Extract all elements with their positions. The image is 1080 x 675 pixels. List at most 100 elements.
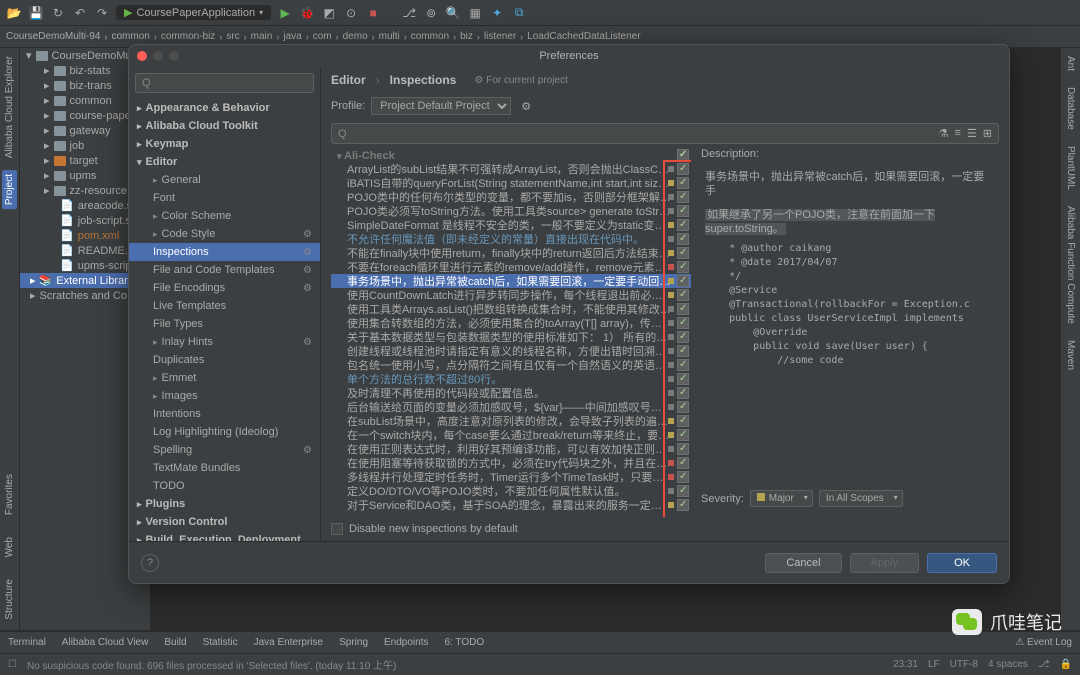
help-icon[interactable]: ? [141,554,159,572]
gear-icon[interactable]: ⚙ [521,100,531,113]
inspection-item[interactable]: 对于Service和DAO类，基于SOA的理念，暴露出来的服务一定是接口，内 [331,498,691,512]
inspection-item[interactable]: 关于基本数据类型与包装数据类型的使用标准如下： 1） 所有的POJO类 [331,330,691,344]
breadcrumb-item[interactable]: demo [343,31,368,42]
breadcrumb-item[interactable]: main [251,31,273,42]
indent[interactable]: 4 spaces [988,659,1028,670]
checkbox[interactable] [677,205,689,217]
inspection-item[interactable]: 单个方法的总行数不超过80行。 [331,372,691,386]
category-item[interactable]: Live Templates [129,297,320,315]
tool-tab[interactable]: Database [1063,83,1078,134]
checkbox[interactable] [677,499,689,511]
category-item[interactable]: Keymap [129,135,320,153]
inspection-item[interactable]: iBATIS自带的queryForList(String statementNa… [331,176,691,190]
breadcrumb-item[interactable]: biz [460,31,473,42]
scope-dropdown[interactable]: In All Scopes [819,490,903,507]
checkbox[interactable] [677,219,689,231]
inspection-item[interactable]: 创建线程或线程池时请指定有意义的线程名称，方便出错时回溯。创建线 [331,344,691,358]
filter-icon[interactable]: ⚗ [939,127,949,140]
inspection-item[interactable]: 定义DO/DTO/VO等POJO类时，不要加任何属性默认值。 [331,484,691,498]
git-icon[interactable]: ⎇ [1038,659,1050,670]
ai-icon[interactable]: ✦ [489,5,505,21]
category-item[interactable]: Inspections⚙ [129,243,320,261]
inspection-item[interactable]: 多线程并行处理定时任务时，Timer运行多个TimeTask时，只要其中之一抛 [331,470,691,484]
bottom-tab[interactable]: Endpoints [384,637,428,648]
checkbox[interactable] [677,345,689,357]
checkbox[interactable] [677,191,689,203]
breadcrumb-item[interactable]: multi [379,31,400,42]
category-item[interactable]: Version Control [129,513,320,531]
stop-icon[interactable]: ■ [365,5,381,21]
apply-button[interactable]: Apply [850,553,920,573]
checkbox[interactable] [677,331,689,343]
breadcrumb-item[interactable]: LoadCachedDataListener [527,31,640,42]
inspection-item[interactable]: 在使用阻塞等待获取锁的方式中，必须在try代码块之外，并且在加锁方法 [331,456,691,470]
run-icon[interactable]: ▶ [277,5,293,21]
search-icon[interactable]: 🔍 [445,5,461,21]
checkbox[interactable] [677,485,689,497]
checkbox[interactable] [677,401,689,413]
category-item[interactable]: Alibaba Cloud Toolkit [129,117,320,135]
category-item[interactable]: File and Code Templates⚙ [129,261,320,279]
inspections-search[interactable]: Q ⚗ ≡ ☰ ⊞ [331,123,999,144]
inspection-item[interactable]: SimpleDateFormat 是线程不安全的类，一般不要定义为static变… [331,218,691,232]
vcs-icon[interactable]: ⎇ [401,5,417,21]
checkbox[interactable] [677,303,689,315]
settings-search[interactable]: Q [135,73,314,93]
inspection-item[interactable]: 及时清理不再使用的代码段或配置信息。 [331,386,691,400]
refresh-icon[interactable]: ↻ [50,5,66,21]
bottom-tab[interactable]: Build [164,637,186,648]
tool-tab[interactable]: Alibaba Function Compute [1063,202,1078,328]
ok-button[interactable]: OK [927,553,997,573]
maximize-icon[interactable] [169,51,179,61]
inspection-item[interactable]: 在使用正则表达式时，利用好其预编译功能，可以有效加快正则匹配速度。 [331,442,691,456]
checkbox[interactable] [677,247,689,259]
open-icon[interactable]: 📂 [6,5,22,21]
checkbox[interactable] [677,233,689,245]
breadcrumb-item[interactable]: listener [484,31,516,42]
category-item[interactable]: TODO [129,477,320,495]
inspection-group[interactable]: Ali-Check [331,148,691,162]
checkbox[interactable] [677,471,689,483]
breadcrumb-item[interactable]: common [411,31,449,42]
tool-tab-favorites[interactable]: Favorites [2,470,17,519]
tool-tab-alibaba[interactable]: Alibaba Cloud Explorer [2,52,17,162]
category-item[interactable]: Font [129,189,320,207]
severity-dropdown[interactable]: Major [750,490,813,507]
category-item[interactable]: Log Highlighting (Ideolog) [129,423,320,441]
close-icon[interactable] [137,51,147,61]
inspection-item[interactable]: 在subList场景中，高度注意对原列表的修改，会导致子列表的遍历、增加 [331,414,691,428]
checkbox[interactable] [677,387,689,399]
collapse-icon[interactable]: ☰ [967,127,977,140]
bottom-tab[interactable]: 6: TODO [444,637,484,648]
more-icon[interactable]: ⊞ [983,127,992,140]
target-icon[interactable]: ⊚ [423,5,439,21]
layout-icon[interactable]: ▦ [467,5,483,21]
checkbox[interactable] [677,275,689,287]
checkbox[interactable] [677,429,689,441]
inspection-item[interactable]: 使用集合转数组的方法，必须使用集合的toArray(T[] array)，传入的… [331,316,691,330]
category-item[interactable]: ▸Inlay Hints⚙ [129,333,320,351]
inspection-item[interactable]: 不能在finally块中使用return，finally块中的return返回后… [331,246,691,260]
checkbox[interactable] [677,261,689,273]
bottom-tab[interactable]: Alibaba Cloud View [62,637,149,648]
category-item[interactable]: File Encodings⚙ [129,279,320,297]
checkbox[interactable] [677,373,689,385]
inspection-item[interactable]: 使用工具类Arrays.asList()把数组转换成集合时，不能使用其修改集合相… [331,302,691,316]
checkbox[interactable] [677,149,689,161]
category-item[interactable]: Intentions [129,405,320,423]
checkbox[interactable] [677,317,689,329]
breadcrumb-item[interactable]: CourseDemoMulti-94 [6,31,100,42]
bottom-tab[interactable]: Terminal [8,637,46,648]
category-item[interactable]: Editor [129,153,320,171]
inspection-item[interactable]: 后台输送给页面的变量必须加感叹号，${var}——中间加感叹号！。 [331,400,691,414]
checkbox[interactable] [677,443,689,455]
inspection-item[interactable]: 在一个switch块内，每个case要么通过break/return等来终止，要… [331,428,691,442]
category-item[interactable]: TextMate Bundles [129,459,320,477]
inspection-item[interactable]: ArrayList的subList结果不可强转成ArrayList，否则会抛出C… [331,162,691,176]
cancel-button[interactable]: Cancel [765,553,841,573]
encoding[interactable]: UTF-8 [950,659,978,670]
profile-icon[interactable]: ⊙ [343,5,359,21]
category-item[interactable]: ▸Images [129,387,320,405]
inspection-item[interactable]: 事务场景中，抛出异常被catch后，如果需要回滚，一定要手动回滚事务。 [331,274,691,288]
tool-tab[interactable]: PlantUML [1063,142,1078,194]
